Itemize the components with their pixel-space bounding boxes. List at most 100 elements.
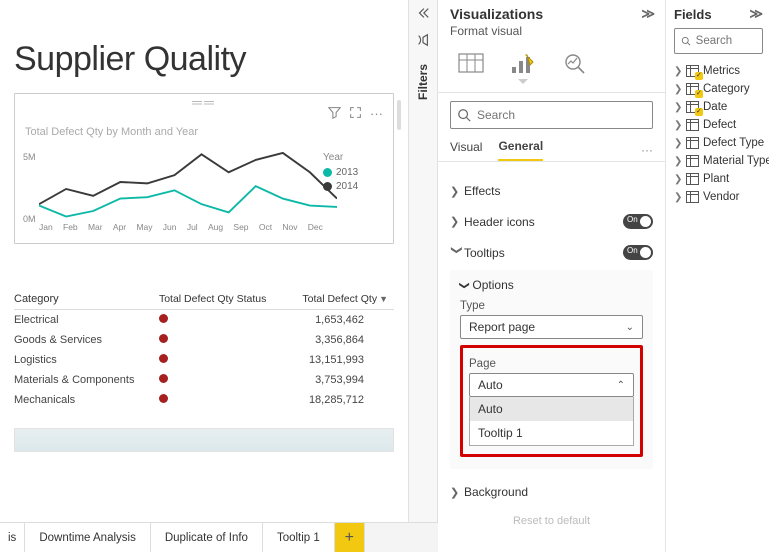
table-icon xyxy=(686,101,699,113)
field-table-vendor[interactable]: ❯Vendor xyxy=(674,188,763,206)
page-option-tooltip1[interactable]: Tooltip 1 xyxy=(470,421,633,445)
page-option-auto[interactable]: Auto xyxy=(470,397,633,421)
group-effects[interactable]: ❯Effects xyxy=(450,176,653,206)
chevron-right-icon: ❯ xyxy=(674,192,682,203)
page-title: Supplier Quality xyxy=(14,40,394,79)
field-table-defect-type[interactable]: ❯Defect Type xyxy=(674,134,763,152)
table-row[interactable]: Mechanicals18,285,712 xyxy=(14,390,394,410)
checkmark-icon xyxy=(695,72,703,80)
format-search-input[interactable] xyxy=(477,108,646,122)
status-dot-icon xyxy=(159,394,168,403)
format-visual-tab-icon[interactable] xyxy=(506,48,540,78)
group-background[interactable]: ❯Background xyxy=(450,477,653,507)
analytics-tab-icon[interactable] xyxy=(558,48,592,78)
field-table-material-type[interactable]: ❯Material Type xyxy=(674,152,763,170)
status-dot-icon xyxy=(159,354,168,363)
chart-scrollbar[interactable] xyxy=(397,100,401,130)
report-canvas: Supplier Quality ══ ··· Total Defect Qty… xyxy=(0,0,408,505)
col-category[interactable]: Category xyxy=(14,290,159,310)
fields-search-input[interactable] xyxy=(696,35,756,47)
sort-desc-icon: ▼ xyxy=(379,294,388,304)
focus-mode-icon[interactable] xyxy=(349,106,362,122)
filter-icon[interactable] xyxy=(328,106,341,122)
tab-general[interactable]: General xyxy=(498,139,543,161)
status-dot-icon xyxy=(159,334,168,343)
checkmark-icon xyxy=(695,90,703,98)
status-dot-icon xyxy=(159,314,168,323)
expand-right-icon[interactable]: ≫ xyxy=(641,6,655,22)
table-icon xyxy=(686,155,699,167)
format-search[interactable] xyxy=(450,101,653,129)
table-icon xyxy=(686,65,699,77)
filters-pane-collapsed[interactable]: Filters xyxy=(408,0,438,522)
page-tab-duplicate[interactable]: Duplicate of Info xyxy=(151,523,263,552)
chevron-down-icon: ❯ xyxy=(459,281,470,289)
table-icon xyxy=(686,173,699,185)
fields-pane: Fields ≫ ❯Metrics❯Category❯Date❯Defect❯D… xyxy=(666,0,769,552)
chevron-right-icon: ❯ xyxy=(674,138,682,149)
filters-label: Filters xyxy=(416,64,430,100)
more-options-icon[interactable]: ··· xyxy=(641,143,653,157)
page-dropdown-list: Auto Tooltip 1 xyxy=(469,397,634,446)
fields-search[interactable] xyxy=(674,28,763,54)
add-page-button[interactable]: + xyxy=(335,523,365,552)
field-table-defect[interactable]: ❯Defect xyxy=(674,116,763,134)
chevron-down-icon: ❯ xyxy=(451,246,464,260)
page-tab-downtime[interactable]: Downtime Analysis xyxy=(25,523,151,552)
drag-handle-icon[interactable]: ══ xyxy=(25,98,383,106)
table-icon xyxy=(686,83,699,95)
y-axis-min: 0M xyxy=(23,214,36,224)
status-dot-icon xyxy=(159,374,168,383)
visualizations-pane: Visualizations ≫ Format visual Visual Ge… xyxy=(438,0,666,552)
map-visual[interactable] xyxy=(14,428,394,452)
table-row[interactable]: Electrical1,653,462 xyxy=(14,310,394,331)
expand-right-icon[interactable]: ≫ xyxy=(749,6,763,22)
line-chart-visual[interactable]: ══ ··· Total Defect Qty by Month and Yea… xyxy=(14,93,394,244)
checkmark-icon xyxy=(695,108,703,116)
page-tab-bar: is Downtime Analysis Duplicate of Info T… xyxy=(0,522,438,552)
table-row[interactable]: Logistics13,151,993 xyxy=(14,350,394,370)
tooltips-options: ❯Options Type Report page⌄ Page Auto⌃ Au… xyxy=(450,270,653,469)
col-status[interactable]: Total Defect Qty Status xyxy=(159,290,289,310)
page-tab-truncated[interactable]: is xyxy=(0,523,25,552)
y-axis-max: 5M xyxy=(23,152,36,162)
fields-title: Fields xyxy=(674,7,712,22)
field-table-plant[interactable]: ❯Plant xyxy=(674,170,763,188)
type-label: Type xyxy=(460,300,643,312)
page-label: Page xyxy=(469,358,634,370)
chevron-down-icon: ⌄ xyxy=(626,322,634,333)
collapse-left-icon[interactable] xyxy=(416,6,430,23)
chart-title: Total Defect Qty by Month and Year xyxy=(25,126,383,138)
visualizations-title: Visualizations xyxy=(450,6,543,22)
tab-visual[interactable]: Visual xyxy=(450,140,482,160)
chart-plot-area[interactable]: 5M 0M JanFebMarAprMayJunJulAugSepOctNovD… xyxy=(25,146,323,241)
page-dropdown[interactable]: Auto⌃ xyxy=(469,373,634,397)
field-table-metrics[interactable]: ❯Metrics xyxy=(674,62,763,80)
format-visual-subtitle: Format visual xyxy=(438,24,665,44)
chevron-right-icon: ❯ xyxy=(674,174,682,185)
type-dropdown[interactable]: Report page⌄ xyxy=(460,315,643,339)
chevron-right-icon: ❯ xyxy=(450,215,464,228)
chevron-right-icon: ❯ xyxy=(674,84,682,95)
header-icons-toggle[interactable]: On xyxy=(623,214,653,229)
broadcast-icon[interactable] xyxy=(416,33,430,50)
group-tooltips[interactable]: ❯TooltipsOn xyxy=(450,237,653,268)
category-table[interactable]: Category Total Defect Qty Status Total D… xyxy=(14,290,394,410)
search-icon xyxy=(681,35,691,47)
field-table-date[interactable]: ❯Date xyxy=(674,98,763,116)
page-tab-tooltip1[interactable]: Tooltip 1 xyxy=(263,523,335,552)
reset-to-default[interactable]: Reset to default xyxy=(450,507,653,535)
field-table-category[interactable]: ❯Category xyxy=(674,80,763,98)
table-row[interactable]: Materials & Components3,753,994 xyxy=(14,370,394,390)
table-icon xyxy=(686,137,699,149)
more-options-icon[interactable]: ··· xyxy=(370,106,383,122)
chevron-right-icon: ❯ xyxy=(674,102,682,113)
table-row[interactable]: Goods & Services3,356,864 xyxy=(14,330,394,350)
tooltips-toggle[interactable]: On xyxy=(623,245,653,260)
build-visual-tab-icon[interactable] xyxy=(454,48,488,78)
chevron-up-icon: ⌃ xyxy=(617,380,625,391)
col-qty[interactable]: Total Defect Qty▼ xyxy=(289,290,394,310)
group-header-icons[interactable]: ❯Header iconsOn xyxy=(450,206,653,237)
chevron-right-icon: ❯ xyxy=(450,486,464,499)
page-dropdown-highlight: Page Auto⌃ Auto Tooltip 1 xyxy=(460,345,643,457)
